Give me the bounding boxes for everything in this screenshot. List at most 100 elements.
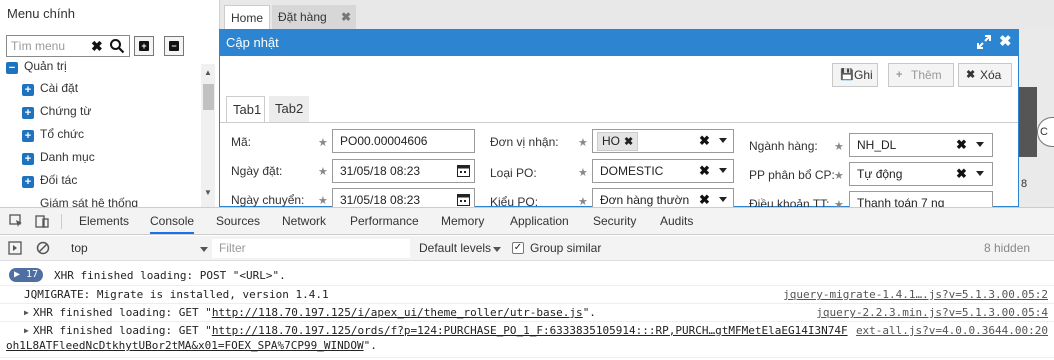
- pp-phan-bo-select[interactable]: Tự động ✖: [849, 162, 993, 186]
- nganh-hang-select[interactable]: NH_DL ✖: [849, 133, 993, 157]
- required-star: ★: [318, 137, 328, 149]
- loai-po-select[interactable]: DOMESTIC ✖: [592, 159, 734, 183]
- chevron-down-icon[interactable]: [976, 142, 984, 147]
- tab-application[interactable]: Application: [510, 208, 569, 234]
- required-star: ★: [578, 137, 588, 149]
- message-url-link[interactable]: http://118.70.197.125/i/apex_ui/theme_ro…: [212, 306, 583, 319]
- expand-icon[interactable]: +: [22, 107, 34, 119]
- inspect-element-icon[interactable]: [9, 214, 23, 228]
- tree-item-danh-muc[interactable]: + Danh mục: [22, 147, 95, 167]
- expand-icon[interactable]: +: [22, 153, 34, 165]
- tab-2[interactable]: Tab2: [269, 96, 309, 122]
- plus-icon: +: [139, 41, 149, 51]
- calendar-icon[interactable]: [457, 193, 470, 206]
- menu-search-input[interactable]: Tìm menu: [11, 39, 85, 53]
- expand-all-button[interactable]: +: [134, 36, 154, 56]
- console-row[interactable]: ▶ XHR finished loading: GET "http://118.…: [0, 304, 1054, 322]
- message-url-link[interactable]: http://118.70.197.125/ords/f?p=124:PURCH…: [212, 324, 848, 337]
- clear-icon[interactable]: ✖: [699, 189, 710, 207]
- chevron-down-icon[interactable]: [200, 247, 208, 252]
- close-icon[interactable]: ✖: [999, 32, 1012, 50]
- don-vi-nhan-select[interactable]: HO ✖ ✖: [592, 129, 734, 153]
- expand-icon[interactable]: +: [22, 130, 34, 142]
- device-toolbar-icon[interactable]: [35, 214, 49, 228]
- expand-triangle-icon[interactable]: ▶: [24, 308, 29, 317]
- collapse-icon[interactable]: −: [6, 62, 18, 74]
- nganh-hang-value: NH_DL: [857, 138, 897, 152]
- menu-search-box[interactable]: Tìm menu ✖: [6, 35, 130, 57]
- tab-network[interactable]: Network: [282, 208, 326, 234]
- group-similar-checkbox[interactable]: ✓: [512, 242, 524, 254]
- chevron-down-icon[interactable]: [976, 171, 984, 176]
- tree-item-cai-dat[interactable]: + Cài đặt: [22, 78, 78, 98]
- chip-remove-icon[interactable]: ✖: [624, 136, 633, 148]
- tree-item-quan-tri[interactable]: − Quản trị: [6, 60, 67, 76]
- tab-security[interactable]: Security: [593, 208, 636, 234]
- tab-audits[interactable]: Audits: [660, 208, 693, 234]
- context-selector[interactable]: top: [71, 241, 88, 255]
- kieu-po-select[interactable]: Đơn hàng thườn ✖: [592, 188, 734, 207]
- sidebar-toggle-icon[interactable]: [8, 241, 22, 255]
- chevron-down-icon[interactable]: [719, 197, 727, 202]
- save-button[interactable]: 💾 Ghi: [832, 63, 878, 87]
- clear-icon[interactable]: ✖: [91, 38, 103, 55]
- required-star: ★: [578, 167, 588, 179]
- ma-field[interactable]: PO00.00004606: [332, 129, 475, 153]
- console-row[interactable]: ▶ 17 XHR finished loading: POST "<URL>".: [0, 264, 1054, 286]
- tab-console[interactable]: Console: [150, 208, 195, 234]
- tree-item-chung-tu[interactable]: + Chứng từ: [22, 101, 91, 121]
- ngay-chuyen-label: Ngày chuyển:: [231, 193, 305, 207]
- clear-icon[interactable]: ✖: [699, 160, 710, 182]
- delete-button[interactable]: ✖ Xóa: [958, 63, 1012, 87]
- tree-item-giam-sat[interactable]: Giám sát hệ thống: [40, 193, 138, 207]
- maximize-icon[interactable]: [976, 34, 992, 50]
- clear-icon[interactable]: ✖: [956, 163, 967, 185]
- scroll-down-icon[interactable]: ▼: [204, 188, 212, 197]
- close-tab-icon[interactable]: ✖: [341, 5, 351, 29]
- tab-memory[interactable]: Memory: [441, 208, 484, 234]
- scroll-up-icon[interactable]: ▲: [204, 68, 212, 77]
- add-button-label: Thêm: [911, 68, 942, 82]
- expand-triangle-icon[interactable]: ▶: [24, 326, 29, 335]
- console-filter-input[interactable]: Filter: [212, 239, 410, 258]
- console-row[interactable]: ▶ XHR finished loading: GET "http://118.…: [0, 322, 1054, 358]
- clear-console-icon[interactable]: [36, 241, 50, 255]
- source-link[interactable]: jquery-migrate-1.4.1….js?v=5.1.3.00.05:2: [783, 288, 1048, 301]
- tree-item-to-chuc[interactable]: + Tổ chức: [22, 124, 84, 144]
- add-button[interactable]: + Thêm: [888, 63, 954, 87]
- log-levels-dropdown[interactable]: Default levels: [419, 241, 491, 255]
- tab-dat-hang[interactable]: Đặt hàng ✖: [272, 5, 356, 29]
- tree-item-doi-tac[interactable]: + Đối tác: [22, 170, 77, 190]
- dieu-khoan-select[interactable]: Thanh toán 7 ng: [849, 191, 993, 207]
- source-link[interactable]: jquery-2.2.3.min.js?v=5.1.3.00.05:4: [816, 306, 1048, 319]
- expand-icon[interactable]: +: [22, 84, 34, 96]
- chevron-down-icon[interactable]: [493, 247, 501, 252]
- save-button-label: Ghi: [854, 68, 873, 82]
- chevron-down-icon[interactable]: [719, 138, 727, 143]
- separator: [61, 214, 62, 229]
- right-panel-number: 8: [1021, 178, 1028, 190]
- tab-sources[interactable]: Sources: [216, 208, 260, 234]
- ngay-chuyen-field[interactable]: 31/05/18 08:23: [332, 188, 475, 207]
- menu-tree: − Quản trị + Cài đặt + Chứng từ + Tổ chức + D…: [0, 60, 200, 207]
- tab-1[interactable]: Tab1: [226, 96, 265, 122]
- clear-icon[interactable]: ✖: [956, 134, 967, 156]
- tree-item-label: Tổ chức: [40, 127, 85, 141]
- tree-scrollbar[interactable]: ▲ ▼: [201, 64, 215, 207]
- tab-home[interactable]: Home: [224, 5, 270, 29]
- search-icon[interactable]: [109, 38, 125, 54]
- ngay-dat-field[interactable]: 31/05/18 08:23: [332, 159, 475, 183]
- console-row[interactable]: JQMIGRATE: Migrate is installed, version…: [0, 286, 1054, 304]
- chevron-down-icon[interactable]: [719, 168, 727, 173]
- collapse-all-button[interactable]: −: [164, 36, 184, 56]
- message-url-link[interactable]: oh1L8ATFleedNcDtkhytUBor2tMA&x01=FOEX_SP…: [6, 339, 364, 352]
- source-link[interactable]: ext-all.js?v=4.0.0.3644.00:20: [856, 324, 1048, 337]
- scroll-thumb[interactable]: [203, 84, 214, 110]
- tab-performance[interactable]: Performance: [350, 208, 419, 234]
- calendar-icon[interactable]: [457, 164, 470, 177]
- tree-item-label: Quản trị: [24, 60, 67, 73]
- clear-icon[interactable]: ✖: [699, 130, 710, 152]
- update-dialog: Cập nhật ✖ 💾 Ghi + Thêm ✖ Xóa Tab1 Tab2: [219, 29, 1019, 207]
- tab-elements[interactable]: Elements: [79, 208, 129, 234]
- expand-icon[interactable]: +: [22, 176, 34, 188]
